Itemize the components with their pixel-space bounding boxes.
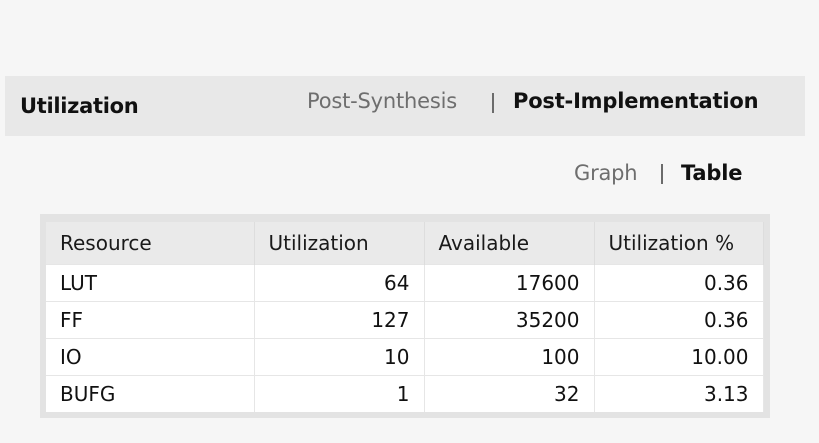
- resource-cell: IO: [46, 337, 255, 375]
- tab-post-synthesis[interactable]: Post-Synthesis: [307, 89, 457, 113]
- resource-cell: FF: [46, 300, 255, 338]
- utilization-cell: 127: [254, 300, 425, 338]
- table-row[interactable]: FF 127 35200 0.36: [46, 300, 764, 338]
- utilization-cell: 10: [254, 337, 425, 375]
- tab-post-implementation[interactable]: Post-Implementation: [513, 89, 759, 113]
- utilization-percent-cell: 3.13: [594, 374, 764, 412]
- available-cell: 32: [424, 374, 595, 412]
- available-cell: 35200: [424, 300, 595, 338]
- available-cell: 17600: [424, 263, 595, 301]
- table-view-toggle[interactable]: Table: [681, 161, 742, 185]
- view-toggle-separator: [661, 164, 663, 184]
- column-header-utilization-percent[interactable]: Utilization %: [594, 222, 764, 264]
- utilization-table-container: Resource Utilization Available Utilizati…: [40, 214, 770, 418]
- table-header-row: Resource Utilization Available Utilizati…: [46, 222, 764, 264]
- tab-separator: [492, 93, 494, 113]
- panel-title: Utilization: [20, 94, 139, 118]
- utilization-table: Resource Utilization Available Utilizati…: [46, 222, 764, 412]
- utilization-percent-cell: 0.36: [594, 263, 764, 301]
- resource-cell: BUFG: [46, 374, 255, 412]
- table-row[interactable]: IO 10 100 10.00: [46, 337, 764, 375]
- utilization-cell: 64: [254, 263, 425, 301]
- table-row[interactable]: BUFG 1 32 3.13: [46, 374, 764, 412]
- utilization-header: Utilization Post-Synthesis Post-Implemen…: [5, 76, 805, 136]
- table-row[interactable]: LUT 64 17600 0.36: [46, 263, 764, 301]
- available-cell: 100: [424, 337, 595, 375]
- column-header-resource[interactable]: Resource: [46, 222, 255, 264]
- graph-view-toggle[interactable]: Graph: [574, 161, 638, 185]
- column-header-available[interactable]: Available: [424, 222, 595, 264]
- utilization-percent-cell: 10.00: [594, 337, 764, 375]
- column-header-utilization[interactable]: Utilization: [254, 222, 425, 264]
- resource-cell: LUT: [46, 263, 255, 301]
- utilization-percent-cell: 0.36: [594, 300, 764, 338]
- utilization-cell: 1: [254, 374, 425, 412]
